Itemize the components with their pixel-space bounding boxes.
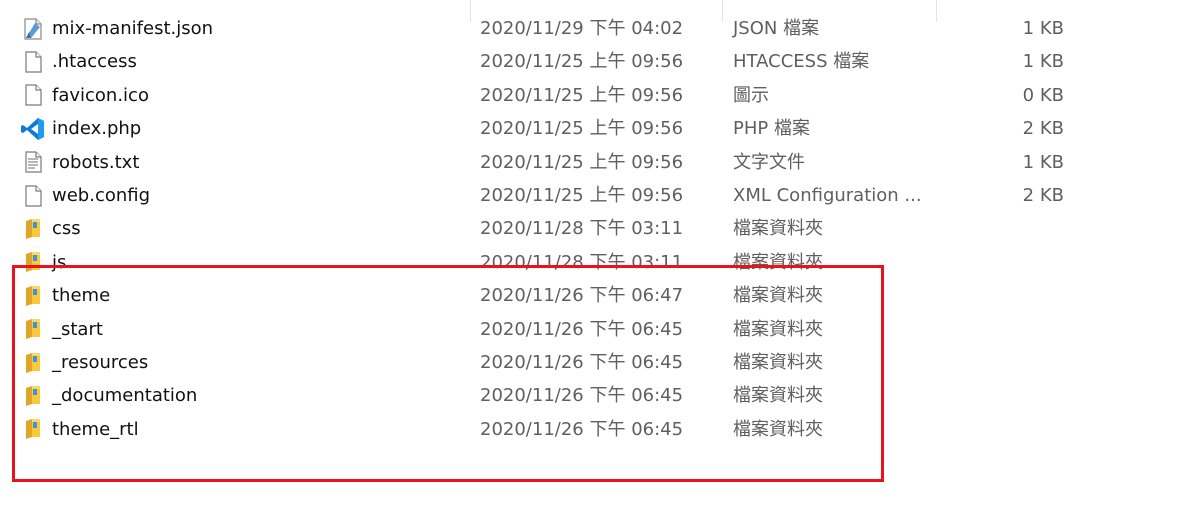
file-name: .htaccess: [52, 51, 137, 73]
file-date-modified: 2020/11/25 上午 09:56: [480, 118, 684, 140]
folder-icon: [20, 413, 46, 446]
file-date-modified: 2020/11/26 下午 06:45: [480, 318, 684, 340]
file-size: 1 KB: [1022, 18, 1064, 39]
folder-name: theme_rtl: [52, 418, 139, 440]
folder-name: js: [52, 251, 67, 273]
file-name: index.php: [52, 118, 142, 140]
file-size: [1010, 346, 1064, 379]
file-date-modified: 2020/11/25 上午 09:56: [480, 184, 684, 206]
folder-name: css: [52, 218, 81, 240]
folder-row-theme-rtl[interactable]: theme_rtl 2020/11/26 下午 06:45 檔案資料夾: [0, 413, 1198, 446]
generic-file-icon: [20, 45, 46, 78]
file-size: 1 KB: [1022, 51, 1064, 73]
folder-icon: [20, 246, 46, 279]
file-row-robots-txt[interactable]: robots.txt 2020/11/25 上午 09:56 文字文件 1 KB: [0, 146, 1198, 179]
folder-row-documentation[interactable]: _documentation 2020/11/26 下午 06:45 檔案資料夾: [0, 379, 1198, 412]
file-row-htaccess[interactable]: .htaccess 2020/11/25 上午 09:56 HTACCESS 檔…: [0, 45, 1198, 78]
file-row-index-php[interactable]: index.php 2020/11/25 上午 09:56 PHP 檔案 2 K…: [0, 112, 1198, 145]
file-name: favicon.ico: [52, 84, 149, 106]
file-row-mix-manifest[interactable]: mix-manifest.json 2020/11/29 下午 04:02 JS…: [0, 12, 1198, 45]
file-name: robots.txt: [52, 151, 140, 173]
json-file-icon: [20, 12, 46, 45]
folder-row-start[interactable]: _start 2020/11/26 下午 06:45 檔案資料夾: [0, 313, 1198, 346]
text-file-icon: [20, 146, 46, 179]
file-name: mix-manifest.json: [52, 18, 214, 39]
folder-row-js[interactable]: js 2020/11/28 下午 03:11 檔案資料夾: [0, 246, 1198, 279]
file-size: [1010, 413, 1064, 446]
file-type: 檔案資料夾: [733, 218, 823, 240]
folder-row-resources[interactable]: _resources 2020/11/26 下午 06:45 檔案資料夾: [0, 346, 1198, 379]
file-date-modified: 2020/11/25 上午 09:56: [480, 84, 684, 106]
file-type: 檔案資料夾: [733, 351, 823, 373]
file-type: 檔案資料夾: [733, 285, 823, 307]
folder-row-theme[interactable]: theme 2020/11/26 下午 06:47 檔案資料夾: [0, 279, 1198, 312]
file-size: [1010, 279, 1064, 312]
folder-icon: [20, 379, 46, 412]
folder-icon: [20, 313, 46, 346]
folder-icon: [20, 346, 46, 379]
file-type: 檔案資料夾: [733, 385, 823, 407]
file-size: 1 KB: [1022, 151, 1064, 173]
file-date-modified: 2020/11/26 下午 06:47: [480, 285, 684, 307]
file-type: 檔案資料夾: [733, 318, 823, 340]
folder-name: _resources: [52, 351, 149, 373]
generic-file-icon: [20, 179, 46, 212]
file-date-modified: 2020/11/28 下午 03:11: [480, 251, 684, 273]
file-type: 檔案資料夾: [733, 418, 823, 440]
file-type: 文字文件: [733, 151, 805, 173]
file-type: 檔案資料夾: [733, 251, 823, 273]
file-size: [1010, 212, 1064, 245]
file-date-modified: 2020/11/28 下午 03:11: [480, 218, 684, 240]
file-date-modified: 2020/11/26 下午 06:45: [480, 418, 684, 440]
file-size: [1010, 313, 1064, 346]
file-size: 2 KB: [1022, 118, 1064, 140]
folder-icon: [20, 212, 46, 245]
file-date-modified: 2020/11/26 下午 06:45: [480, 385, 684, 407]
file-size: [1010, 379, 1064, 412]
file-size: [1010, 246, 1064, 279]
vscode-icon: [20, 112, 46, 145]
file-date-modified: 2020/11/25 上午 09:56: [480, 151, 684, 173]
file-date-modified: 2020/11/25 上午 09:56: [480, 51, 684, 73]
file-size: 0 KB: [1022, 84, 1064, 106]
file-date-modified: 2020/11/29 下午 04:02: [480, 18, 684, 39]
file-name: web.config: [52, 184, 151, 206]
generic-file-icon: [20, 79, 46, 112]
folder-icon: [20, 279, 46, 312]
folder-name: _start: [52, 318, 103, 340]
folder-name: _documentation: [52, 385, 198, 407]
file-type: XML Configuration ...: [733, 184, 922, 206]
folder-name: theme: [52, 285, 111, 307]
file-type: 圖示: [733, 84, 769, 106]
folder-row-css[interactable]: css 2020/11/28 下午 03:11 檔案資料夾: [0, 212, 1198, 245]
file-row-favicon[interactable]: favicon.ico 2020/11/25 上午 09:56 圖示 0 KB: [0, 79, 1198, 112]
file-row-web-config[interactable]: web.config 2020/11/25 上午 09:56 XML Confi…: [0, 179, 1198, 212]
file-size: 2 KB: [1022, 184, 1064, 206]
file-type: PHP 檔案: [733, 118, 810, 140]
file-list: mix-manifest.json 2020/11/29 下午 04:02 JS…: [0, 12, 1198, 446]
file-date-modified: 2020/11/26 下午 06:45: [480, 351, 684, 373]
file-type: JSON 檔案: [733, 18, 820, 39]
file-type: HTACCESS 檔案: [733, 51, 870, 73]
